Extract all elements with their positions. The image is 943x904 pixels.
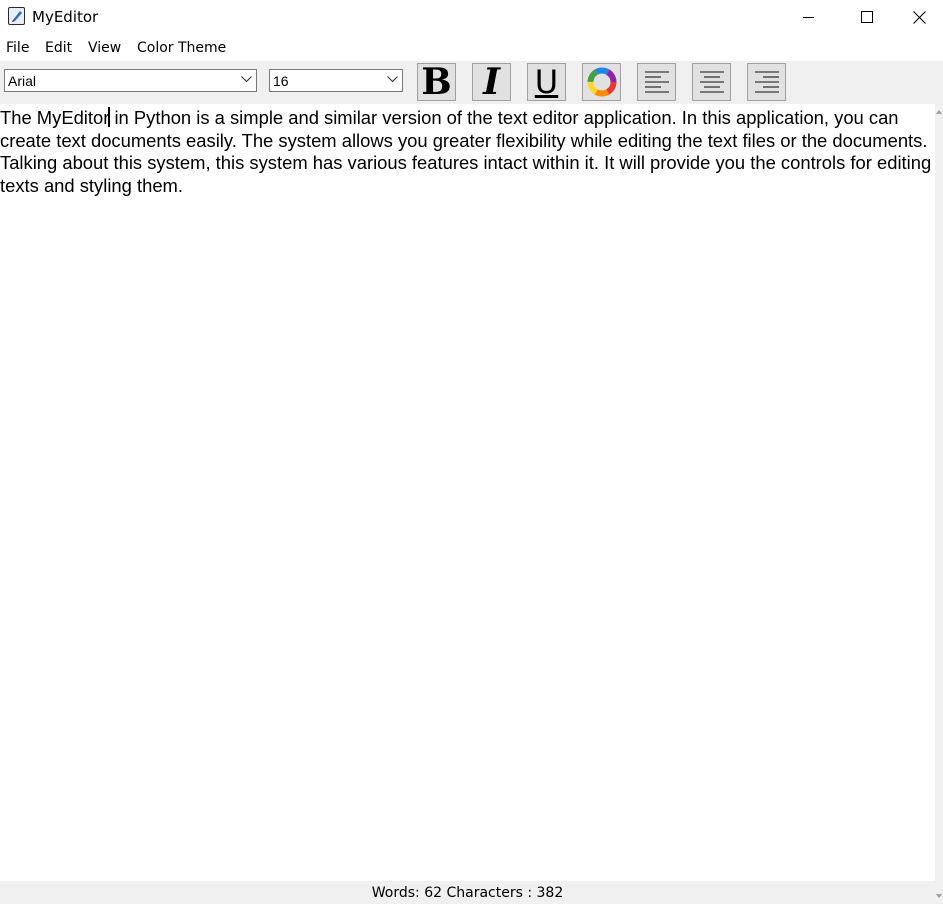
chevron-down-icon bbox=[387, 76, 398, 83]
menu-view[interactable]: View bbox=[88, 40, 121, 56]
word-character-count: Words: 62 Characters : 382 bbox=[371, 885, 564, 901]
text-editor-area[interactable]: The MyEditor in Python is a simple and s… bbox=[0, 104, 935, 881]
text-color-button[interactable] bbox=[582, 63, 621, 101]
title-bar: MyEditor bbox=[0, 0, 943, 34]
text-after-caret: in Python is a simple and similar versio… bbox=[0, 107, 932, 196]
bold-button[interactable]: B bbox=[417, 63, 456, 101]
align-right-button[interactable] bbox=[747, 63, 786, 101]
text-before-caret: The MyEditor bbox=[0, 107, 110, 128]
close-icon bbox=[913, 10, 926, 24]
align-right-icon bbox=[754, 71, 779, 93]
editor-app-icon bbox=[8, 7, 25, 25]
color-wheel-icon bbox=[587, 67, 616, 97]
vertical-scrollbar[interactable] bbox=[935, 104, 943, 904]
italic-icon: I bbox=[483, 61, 500, 103]
window-title: MyEditor bbox=[32, 8, 99, 26]
menu-color-theme[interactable]: Color Theme bbox=[137, 40, 226, 56]
scroll-down-icon[interactable] bbox=[936, 894, 942, 898]
maximize-icon bbox=[861, 11, 873, 23]
menu-edit[interactable]: Edit bbox=[45, 40, 72, 56]
bold-icon: B bbox=[421, 61, 452, 103]
align-left-icon bbox=[644, 71, 669, 93]
align-center-button[interactable] bbox=[692, 63, 731, 101]
status-bar: Words: 62 Characters : 382 bbox=[0, 881, 935, 904]
font-family-value: Arial bbox=[8, 73, 37, 89]
font-family-select[interactable]: Arial bbox=[4, 69, 257, 92]
chevron-down-icon bbox=[241, 76, 252, 83]
document-text: The MyEditor in Python is a simple and s… bbox=[0, 107, 933, 197]
minimize-icon bbox=[803, 17, 814, 18]
maximize-button[interactable] bbox=[838, 0, 896, 34]
scroll-up-icon[interactable] bbox=[936, 110, 942, 114]
font-size-select[interactable]: 16 bbox=[269, 69, 403, 92]
italic-button[interactable]: I bbox=[472, 63, 511, 101]
toolbar: Arial 16 B I U bbox=[0, 61, 943, 104]
align-center-icon bbox=[699, 71, 724, 93]
menu-bar: File Edit View Color Theme bbox=[0, 34, 943, 61]
align-left-button[interactable] bbox=[637, 63, 676, 101]
close-button[interactable] bbox=[896, 0, 943, 34]
minimize-button[interactable] bbox=[780, 0, 838, 34]
font-size-value: 16 bbox=[273, 73, 289, 89]
menu-file[interactable]: File bbox=[6, 40, 29, 56]
underline-button[interactable]: U bbox=[527, 63, 566, 101]
underline-icon: U bbox=[534, 63, 559, 101]
